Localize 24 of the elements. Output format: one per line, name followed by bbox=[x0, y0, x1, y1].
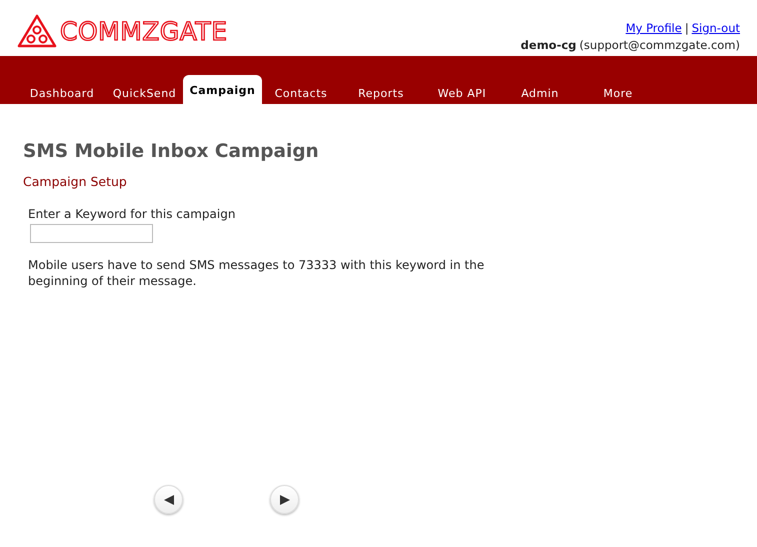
username: demo-cg bbox=[520, 38, 576, 52]
nav-tab[interactable]: Admin bbox=[502, 87, 578, 104]
right-triangle-icon bbox=[278, 494, 290, 506]
nav-tab[interactable]: Campaign bbox=[183, 75, 262, 104]
pager-button[interactable] bbox=[270, 485, 299, 514]
keyword-input[interactable] bbox=[30, 224, 153, 243]
signout-link[interactable]: Sign-out bbox=[692, 21, 740, 35]
user-email: (support@commzgate.com) bbox=[579, 38, 740, 52]
nav-tab[interactable]: Dashboard bbox=[18, 87, 106, 104]
nav-tab[interactable]: QuickSend bbox=[106, 87, 183, 104]
left-triangle-icon bbox=[162, 494, 174, 506]
logo-text: COMMZGATE bbox=[60, 16, 228, 46]
help-text: Mobile users have to send SMS messages to 73333 with this keyword in the beginning of their message. bbox=[28, 257, 486, 289]
section-title: Campaign Setup bbox=[23, 174, 128, 189]
nav-tab[interactable]: Contacts bbox=[262, 87, 340, 104]
pager-button[interactable] bbox=[154, 485, 183, 514]
profile-link[interactable]: My Profile bbox=[626, 21, 682, 35]
nav-tab[interactable]: More bbox=[578, 87, 658, 104]
page-title: SMS Mobile Inbox Campaign bbox=[23, 141, 320, 162]
nav-tab[interactable]: Web API bbox=[422, 87, 502, 104]
nav-tab[interactable]: Reports bbox=[340, 87, 422, 104]
logo-icon bbox=[17, 14, 57, 48]
field-label: Enter a Keyword for this campaign bbox=[28, 207, 236, 221]
link-separator: | bbox=[684, 21, 689, 35]
